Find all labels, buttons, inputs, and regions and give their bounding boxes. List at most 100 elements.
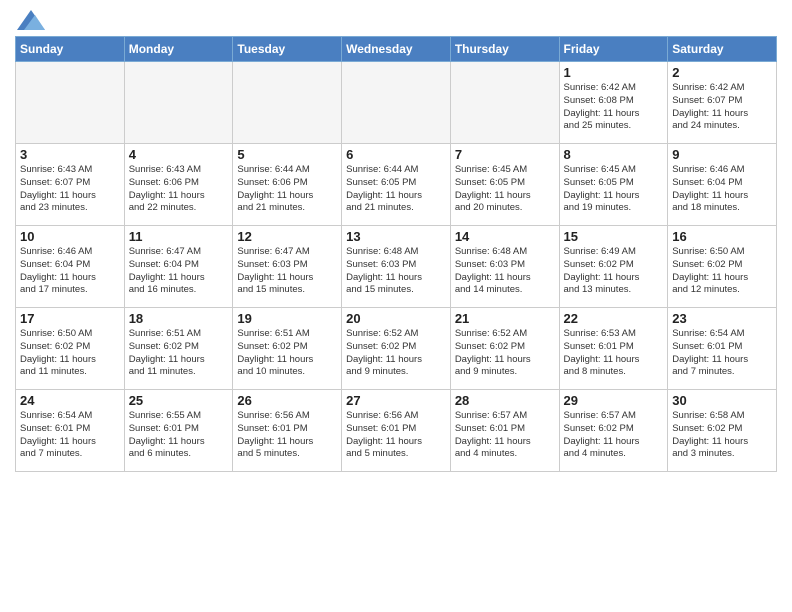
- day-info: Sunrise: 6:46 AMSunset: 6:04 PMDaylight:…: [20, 246, 120, 297]
- day-info: Sunrise: 6:45 AMSunset: 6:05 PMDaylight:…: [455, 164, 555, 215]
- weekday-header-row: SundayMondayTuesdayWednesdayThursdayFrid…: [16, 37, 777, 62]
- logo-icon: [17, 10, 45, 30]
- day-number: 29: [564, 393, 664, 408]
- day-info: Sunrise: 6:42 AMSunset: 6:07 PMDaylight:…: [672, 82, 772, 133]
- day-number: 11: [129, 229, 229, 244]
- page: SundayMondayTuesdayWednesdayThursdayFrid…: [0, 0, 792, 612]
- header: [15, 10, 777, 30]
- calendar-cell: 8 Sunrise: 6:45 AMSunset: 6:05 PMDaylight…: [559, 144, 668, 226]
- calendar-cell: 20 Sunrise: 6:52 AMSunset: 6:02 PMDayligh…: [342, 308, 451, 390]
- day-info: Sunrise: 6:57 AMSunset: 6:02 PMDaylight:…: [564, 410, 664, 461]
- day-number: 19: [237, 311, 337, 326]
- day-number: 15: [564, 229, 664, 244]
- week-row-4: 24Sunrise: 6:54 AMSunset: 6:01 PMDayligh…: [16, 390, 777, 472]
- logo-text: [15, 10, 45, 30]
- calendar-cell: 9Sunrise: 6:46 AMSunset: 6:04 PMDaylight…: [668, 144, 777, 226]
- weekday-wednesday: Wednesday: [342, 37, 451, 62]
- day-number: 1: [564, 65, 664, 80]
- day-number: 25: [129, 393, 229, 408]
- day-info: Sunrise: 6:44 AMSunset: 6:06 PMDaylight:…: [237, 164, 337, 215]
- day-number: 20: [346, 311, 446, 326]
- calendar-cell: [16, 62, 125, 144]
- calendar-cell: 18Sunrise: 6:51 AMSunset: 6:02 PMDayligh…: [124, 308, 233, 390]
- day-number: 22: [564, 311, 664, 326]
- day-info: Sunrise: 6:45 AMSunset: 6:05 PMDaylight:…: [564, 164, 664, 215]
- day-info: Sunrise: 6:57 AMSunset: 6:01 PMDaylight:…: [455, 410, 555, 461]
- calendar-cell: 4Sunrise: 6:43 AMSunset: 6:06 PMDaylight…: [124, 144, 233, 226]
- day-info: Sunrise: 6:50 AMSunset: 6:02 PMDaylight:…: [20, 328, 120, 379]
- weekday-friday: Friday: [559, 37, 668, 62]
- day-number: 21: [455, 311, 555, 326]
- day-info: Sunrise: 6:47 AMSunset: 6:04 PMDaylight:…: [129, 246, 229, 297]
- day-number: 23: [672, 311, 772, 326]
- day-info: Sunrise: 6:52 AMSunset: 6:02 PMDaylight:…: [346, 328, 446, 379]
- calendar-cell: [233, 62, 342, 144]
- day-number: 13: [346, 229, 446, 244]
- day-number: 17: [20, 311, 120, 326]
- calendar-cell: 3 Sunrise: 6:43 AMSunset: 6:07 PMDaylight…: [16, 144, 125, 226]
- calendar-cell: 10 Sunrise: 6:46 AMSunset: 6:04 PMDayligh…: [16, 226, 125, 308]
- day-number: 28: [455, 393, 555, 408]
- calendar-cell: 19 Sunrise: 6:51 AMSunset: 6:02 PMDayligh…: [233, 308, 342, 390]
- calendar-cell: 24Sunrise: 6:54 AMSunset: 6:01 PMDayligh…: [16, 390, 125, 472]
- day-number: 12: [237, 229, 337, 244]
- day-number: 3: [20, 147, 120, 162]
- calendar-cell: 26Sunrise: 6:56 AMSunset: 6:01 PMDayligh…: [233, 390, 342, 472]
- calendar-cell: 6Sunrise: 6:44 AMSunset: 6:05 PMDaylight…: [342, 144, 451, 226]
- calendar-cell: 12Sunrise: 6:47 AMSunset: 6:03 PMDayligh…: [233, 226, 342, 308]
- calendar-cell: 27Sunrise: 6:56 AMSunset: 6:01 PMDayligh…: [342, 390, 451, 472]
- calendar-cell: 16 Sunrise: 6:50 AMSunset: 6:02 PMDayligh…: [668, 226, 777, 308]
- calendar-cell: 25 Sunrise: 6:55 AMSunset: 6:01 PMDayligh…: [124, 390, 233, 472]
- day-number: 18: [129, 311, 229, 326]
- day-info: Sunrise: 6:50 AMSunset: 6:02 PMDaylight:…: [672, 246, 772, 297]
- day-info: Sunrise: 6:48 AMSunset: 6:03 PMDaylight:…: [455, 246, 555, 297]
- day-info: Sunrise: 6:49 AMSunset: 6:02 PMDaylight:…: [564, 246, 664, 297]
- weekday-saturday: Saturday: [668, 37, 777, 62]
- day-number: 9: [672, 147, 772, 162]
- week-row-2: 10 Sunrise: 6:46 AMSunset: 6:04 PMDayligh…: [16, 226, 777, 308]
- day-info: Sunrise: 6:54 AMSunset: 6:01 PMDaylight:…: [672, 328, 772, 379]
- calendar-cell: 11 Sunrise: 6:47 AMSunset: 6:04 PMDayligh…: [124, 226, 233, 308]
- day-number: 8: [564, 147, 664, 162]
- day-info: Sunrise: 6:48 AMSunset: 6:03 PMDaylight:…: [346, 246, 446, 297]
- weekday-sunday: Sunday: [16, 37, 125, 62]
- calendar-cell: 30 Sunrise: 6:58 AMSunset: 6:02 PMDayligh…: [668, 390, 777, 472]
- day-info: Sunrise: 6:51 AMSunset: 6:02 PMDaylight:…: [237, 328, 337, 379]
- calendar-cell: 7 Sunrise: 6:45 AMSunset: 6:05 PMDaylight…: [450, 144, 559, 226]
- day-number: 4: [129, 147, 229, 162]
- calendar-cell: [450, 62, 559, 144]
- week-row-0: 1 Sunrise: 6:42 AMSunset: 6:08 PMDaylight…: [16, 62, 777, 144]
- day-number: 7: [455, 147, 555, 162]
- weekday-monday: Monday: [124, 37, 233, 62]
- day-info: Sunrise: 6:55 AMSunset: 6:01 PMDaylight:…: [129, 410, 229, 461]
- day-number: 6: [346, 147, 446, 162]
- calendar-cell: 29 Sunrise: 6:57 AMSunset: 6:02 PMDayligh…: [559, 390, 668, 472]
- calendar-cell: 13 Sunrise: 6:48 AMSunset: 6:03 PMDayligh…: [342, 226, 451, 308]
- calendar-cell: 1 Sunrise: 6:42 AMSunset: 6:08 PMDaylight…: [559, 62, 668, 144]
- calendar-cell: 23 Sunrise: 6:54 AMSunset: 6:01 PMDayligh…: [668, 308, 777, 390]
- weekday-thursday: Thursday: [450, 37, 559, 62]
- day-number: 26: [237, 393, 337, 408]
- day-number: 14: [455, 229, 555, 244]
- day-number: 30: [672, 393, 772, 408]
- week-row-1: 3 Sunrise: 6:43 AMSunset: 6:07 PMDaylight…: [16, 144, 777, 226]
- day-number: 5: [237, 147, 337, 162]
- day-info: Sunrise: 6:43 AMSunset: 6:07 PMDaylight:…: [20, 164, 120, 215]
- day-info: Sunrise: 6:52 AMSunset: 6:02 PMDaylight:…: [455, 328, 555, 379]
- day-number: 10: [20, 229, 120, 244]
- day-number: 24: [20, 393, 120, 408]
- calendar-cell: [124, 62, 233, 144]
- calendar-cell: 2 Sunrise: 6:42 AMSunset: 6:07 PMDaylight…: [668, 62, 777, 144]
- weekday-tuesday: Tuesday: [233, 37, 342, 62]
- calendar-cell: 17 Sunrise: 6:50 AMSunset: 6:02 PMDayligh…: [16, 308, 125, 390]
- logo: [15, 10, 45, 30]
- calendar: SundayMondayTuesdayWednesdayThursdayFrid…: [15, 36, 777, 472]
- calendar-cell: [342, 62, 451, 144]
- calendar-cell: 21 Sunrise: 6:52 AMSunset: 6:02 PMDayligh…: [450, 308, 559, 390]
- calendar-cell: 28 Sunrise: 6:57 AMSunset: 6:01 PMDayligh…: [450, 390, 559, 472]
- day-number: 16: [672, 229, 772, 244]
- day-number: 2: [672, 65, 772, 80]
- calendar-cell: 5 Sunrise: 6:44 AMSunset: 6:06 PMDaylight…: [233, 144, 342, 226]
- day-info: Sunrise: 6:58 AMSunset: 6:02 PMDaylight:…: [672, 410, 772, 461]
- day-info: Sunrise: 6:42 AMSunset: 6:08 PMDaylight:…: [564, 82, 664, 133]
